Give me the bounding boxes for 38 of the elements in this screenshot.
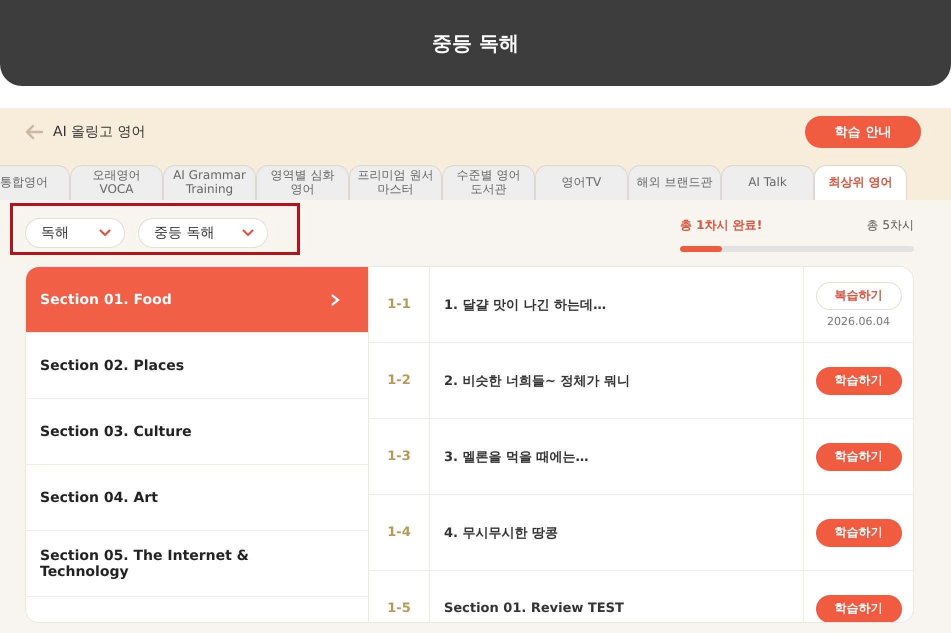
chevron-down-icon [99, 229, 111, 237]
section-item[interactable]: Section 01. Food [26, 267, 368, 333]
lesson-title: 3. 멜론을 먹을 때에는… [430, 419, 804, 494]
study-button[interactable]: 학습하기 [816, 366, 902, 394]
review-button[interactable]: 복습하기 [816, 282, 902, 310]
tab[interactable]: 영어TV [535, 165, 628, 200]
lesson-title: 2. 비슷한 너희들~ 정체가 뭐니 [430, 343, 804, 418]
study-button[interactable]: 학습하기 [816, 518, 902, 546]
completion-date: 2026.06.04 [827, 314, 890, 328]
back-arrow-icon [24, 124, 44, 140]
dropdown[interactable]: 중등 독해 [138, 218, 268, 248]
tab[interactable]: 해외 브랜드관 [628, 165, 721, 200]
lesson-number: 1-4 [369, 495, 430, 570]
tab[interactable]: 수준별 영어 도서관 [442, 165, 535, 200]
study-button[interactable]: 학습하기 [816, 442, 902, 470]
tab[interactable]: 통합영어 [0, 165, 70, 200]
chevron-right-icon [331, 294, 340, 306]
progress-total: 총 5차시 [866, 216, 914, 234]
progress-status: 총 1차시 완료! [680, 216, 762, 234]
tab[interactable]: 영역별 심화 영어 [256, 165, 349, 200]
tab[interactable]: 프리미엄 원서 마스터 [349, 165, 442, 200]
tab[interactable]: AI Grammar Training [163, 165, 256, 200]
guide-button[interactable]: 학습 안내 [805, 116, 921, 148]
tab[interactable]: AI Talk [721, 165, 814, 200]
study-button[interactable]: 학습하기 [816, 594, 902, 622]
tab[interactable]: 최상위 영어 [814, 165, 907, 200]
page-title: 중등 독해 [432, 30, 519, 56]
lesson-number: 1-5 [369, 571, 430, 622]
dropdown[interactable]: 독해 [25, 218, 125, 248]
lesson-title: Section 01. Review TEST [430, 571, 804, 622]
lesson-title: 4. 무시무시한 땅콩 [430, 495, 804, 570]
chevron-down-icon [242, 229, 254, 237]
lesson-number: 1-1 [369, 267, 430, 342]
tab[interactable]: 오래영어 VOCA [70, 165, 163, 200]
lesson-number: 1-2 [369, 343, 430, 418]
lesson-number: 1-3 [369, 419, 430, 494]
lesson-title: 1. 달걀 맛이 나긴 하는데… [430, 267, 804, 342]
back-button[interactable]: AI 올링고 영어 [24, 122, 146, 140]
